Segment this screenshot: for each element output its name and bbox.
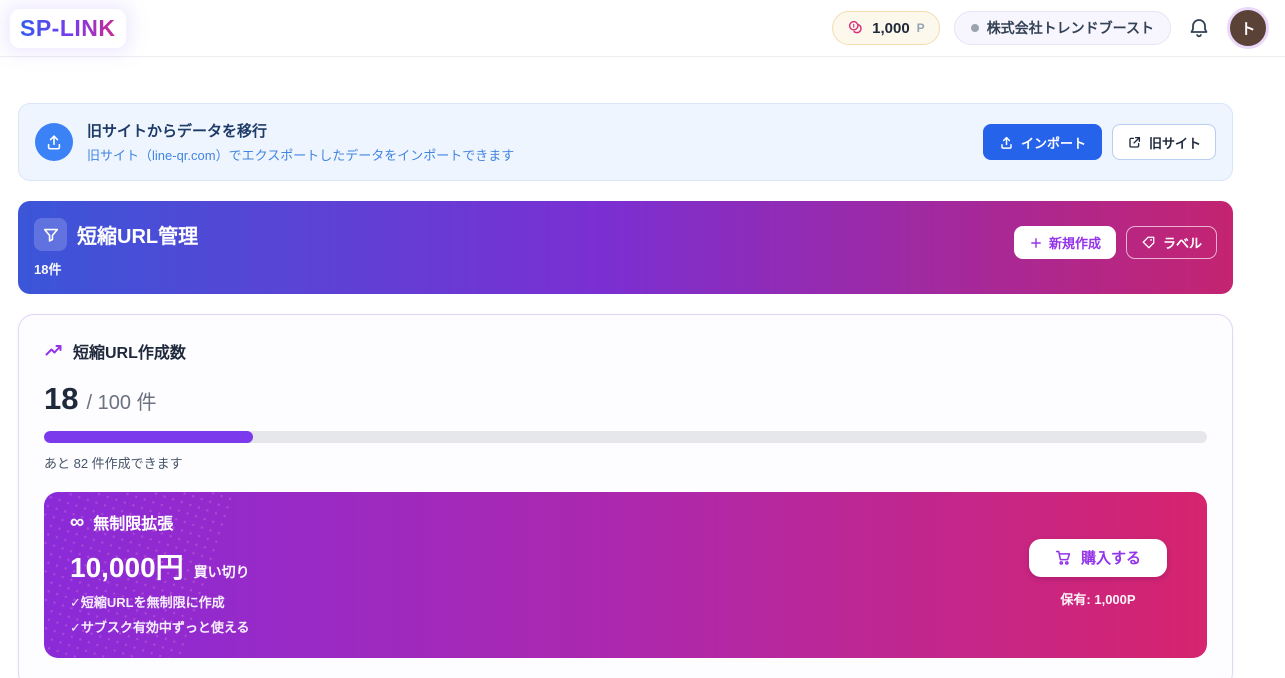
migration-texts: 旧サイトからデータを移行 旧サイト（line-qr.com）でエクスポートしたデ… [87, 120, 514, 164]
labels-label: ラベル [1163, 233, 1202, 252]
usage-titlerow: 短縮URL作成数 [44, 339, 1207, 363]
url-count-badge: 18件 [34, 259, 198, 278]
plus-icon [1029, 236, 1043, 250]
notifications-button[interactable] [1185, 14, 1213, 42]
upsell-info: ∞ 無制限拡張 10,000円 買い切り ✓短縮URLを無制限に作成 ✓サブスク… [70, 510, 250, 636]
avatar[interactable]: ト [1227, 7, 1269, 49]
page-title: 短縮URL管理 [77, 220, 198, 249]
company-name: 株式会社トレンドブースト [987, 18, 1154, 38]
url-banner-titlerow: 短縮URL管理 [34, 218, 198, 251]
labels-button[interactable]: ラベル [1126, 226, 1217, 259]
usage-title: 短縮URL作成数 [73, 339, 186, 363]
purchase-button-label: 購入する [1081, 547, 1141, 568]
company-badge[interactable]: 株式会社トレンドブースト [954, 11, 1171, 45]
usage-numbers: 18 / 100 件 [44, 381, 1207, 417]
url-management-banner: 短縮URL管理 18件 新規作成 ラベル [18, 201, 1233, 294]
upsell-price: 10,000円 [70, 546, 184, 586]
external-link-icon [1127, 135, 1142, 150]
upsell-title: 無制限拡張 [93, 510, 173, 534]
main-content: 旧サイトからデータを移行 旧サイト（line-qr.com）でエクスポートしたデ… [18, 103, 1233, 678]
points-balance: 保有: 1,000P [1060, 589, 1135, 608]
usage-remaining-note: あと 82 件作成できます [44, 453, 1207, 472]
migration-actions: インポート 旧サイト [983, 124, 1216, 160]
upload-icon [999, 135, 1014, 150]
upsell-feature: ✓サブスク有効中ずっと使える [70, 617, 250, 636]
points-value: 1,000 [872, 20, 910, 37]
trending-up-icon [44, 341, 64, 361]
create-new-label: 新規作成 [1049, 233, 1101, 252]
usage-total-label: / 100 件 [86, 386, 156, 415]
import-button-label: インポート [1021, 133, 1086, 152]
filter-icon [34, 218, 67, 251]
header-right: 1,000 P 株式会社トレンドブースト ト [832, 7, 1269, 49]
app-logo[interactable]: SP-LINK [10, 9, 126, 48]
migration-info: 旧サイトからデータを移行 旧サイト（line-qr.com）でエクスポートしたデ… [35, 120, 514, 164]
upload-circle-icon [35, 123, 73, 161]
migration-description: 旧サイト（line-qr.com）でエクスポートしたデータをインポートできます [87, 145, 514, 164]
old-site-button[interactable]: 旧サイト [1112, 124, 1216, 160]
upsell-actions: 購入する 保有: 1,000P [1029, 539, 1181, 608]
purchase-button[interactable]: 購入する [1029, 539, 1167, 577]
infinity-icon: ∞ [70, 512, 84, 532]
url-banner-actions: 新規作成 ラベル [1014, 226, 1217, 259]
url-banner-left: 短縮URL管理 18件 [34, 218, 198, 278]
upsell-pricerow: 10,000円 買い切り [70, 546, 250, 586]
status-dot [971, 24, 979, 32]
upsell-titlerow: ∞ 無制限拡張 [70, 510, 250, 534]
import-button[interactable]: インポート [983, 124, 1102, 160]
upsell-price-note: 買い切り [194, 562, 250, 582]
coins-icon [847, 19, 865, 37]
app-header: SP-LINK 1,000 P 株式会社トレンドブースト [0, 0, 1285, 57]
unlimited-upsell-card: ∞ 無制限拡張 10,000円 買い切り ✓短縮URLを無制限に作成 ✓サブスク… [44, 492, 1207, 658]
tag-icon [1141, 235, 1156, 250]
create-new-button[interactable]: 新規作成 [1014, 226, 1116, 259]
old-site-button-label: 旧サイト [1149, 133, 1201, 152]
upsell-feature: ✓短縮URLを無制限に作成 [70, 592, 250, 611]
points-badge[interactable]: 1,000 P [832, 11, 940, 45]
usage-progress-fill [44, 431, 253, 443]
migration-title: 旧サイトからデータを移行 [87, 120, 514, 141]
cart-icon [1055, 549, 1072, 566]
bell-icon [1187, 16, 1211, 40]
migration-banner: 旧サイトからデータを移行 旧サイト（line-qr.com）でエクスポートしたデ… [18, 103, 1233, 181]
avatar-letter: ト [1240, 18, 1255, 39]
points-unit: P [917, 21, 925, 35]
usage-progress-track [44, 431, 1207, 443]
usage-card: 短縮URL作成数 18 / 100 件 あと 82 件作成できます ∞ 無制限拡… [18, 314, 1233, 678]
usage-current-count: 18 [44, 381, 78, 417]
